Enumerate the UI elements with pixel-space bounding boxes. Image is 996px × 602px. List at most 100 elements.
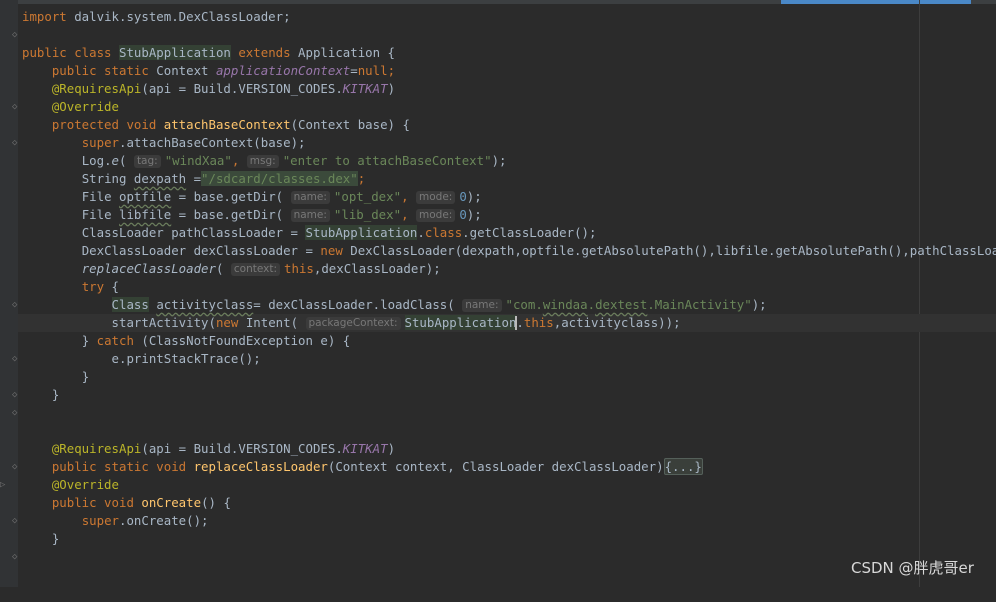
dot: . (516, 315, 524, 330)
string-literal: . (587, 297, 596, 312)
brace: } (51, 531, 60, 546)
statement: Intent( (238, 315, 299, 330)
code-line-class-declaration[interactable]: public class StubApplication extends App… (0, 44, 395, 62)
annotation: @RequiresApi (51, 81, 142, 96)
parameter-hint: packageContext: (305, 317, 401, 330)
paren: ( (215, 261, 224, 276)
editor-tab-strip (0, 0, 996, 4)
active-tab-indicator (781, 0, 971, 4)
keyword: new (320, 243, 343, 258)
code-line-import[interactable]: ◇ import dalvik.system.DexClassLoader; (0, 8, 291, 40)
code-line[interactable]: replaceClassLoader( context: this,dexClas… (0, 260, 441, 278)
statement: DexClassLoader(dexpath,optfile.getAbsolu… (342, 243, 996, 258)
comma: , (231, 153, 240, 168)
statement: ClassLoader pathClassLoader = (81, 225, 306, 240)
annotation-args: ) (387, 441, 396, 456)
paren: ); (751, 297, 767, 312)
code-line-current[interactable]: startActivity(new Intent( packageContext… (0, 314, 681, 332)
statement: = dexClassLoader.loadClass( (253, 297, 455, 312)
string-literal: windaa (542, 297, 588, 312)
code-line[interactable]: File optfile = base.getDir( name: "opt_de… (0, 188, 482, 206)
parameter-hint: name: (462, 299, 502, 312)
variable-name: libfile (119, 207, 172, 222)
brace: } (81, 333, 97, 348)
watermark: CSDN @胖虎哥er (851, 559, 974, 577)
class-name: StubApplication (404, 315, 517, 330)
code-line[interactable]: ◇ } (0, 386, 59, 418)
method-call: e (111, 153, 119, 168)
code-line[interactable]: DexClassLoader dexClassLoader = new DexC… (0, 242, 996, 260)
code-line[interactable]: ClassLoader pathClassLoader = StubApplic… (0, 224, 596, 242)
fold-marker-icon[interactable]: ◇ (12, 404, 19, 422)
type: File (81, 189, 119, 204)
code-editor[interactable]: ◇ import dalvik.system.DexClassLoader; p… (0, 0, 996, 587)
parameter-hint: context: (230, 263, 281, 276)
number-literal: 0 (459, 207, 467, 222)
code-line[interactable]: File libfile = base.getDir( name: "lib_de… (0, 206, 482, 224)
keyword: import (22, 9, 67, 24)
code-line[interactable]: super.attachBaseContext(base); (0, 134, 306, 152)
annotation-args: VERSION_CODES. (238, 441, 343, 456)
code-line-annotation[interactable]: ◇ @RequiresApi(api = Build.VERSION_CODES… (0, 440, 395, 472)
dot: . (417, 225, 425, 240)
string-literal: "opt_dex" (333, 189, 402, 204)
code-line[interactable]: Class activityclass= dexClassLoader.load… (0, 296, 767, 314)
code-line-annotation[interactable]: @Override (0, 476, 119, 494)
statement: DexClassLoader dexClassLoader = (81, 243, 321, 258)
code-line[interactable]: String dexpath ="/sdcard/classes.dex"; (0, 170, 365, 188)
fold-marker-icon[interactable]: ◇ (12, 548, 19, 566)
keyword: super (81, 135, 119, 150)
method-signature: (Context base) { (290, 117, 410, 132)
keyword: catch (96, 333, 134, 348)
variable-name: optfile (119, 189, 172, 204)
brace: } (51, 387, 60, 402)
folded-code-block[interactable]: {...} (663, 458, 703, 475)
code-line[interactable]: ◇ } (0, 530, 59, 562)
parameter-hint: name: (290, 191, 330, 204)
method-signature: (Context context, ClassLoader dexClassLo… (327, 459, 664, 474)
code-line-method-declaration[interactable]: ◇ protected void attachBaseContext(Conte… (0, 116, 410, 148)
keyword: public static void (51, 459, 194, 474)
method-signature: () { (201, 495, 231, 510)
code-line-catch[interactable]: ◇ } catch (ClassNotFoundException e) { (0, 332, 350, 364)
code-line[interactable]: e.printStackTrace(); (0, 350, 261, 368)
annotation: @RequiresApi (51, 441, 142, 456)
code-line-method-declaration[interactable]: ▷ public static void replaceClassLoader(… (0, 458, 703, 490)
code-line-annotation[interactable]: @Override (0, 98, 119, 116)
keyword: new (215, 315, 239, 330)
string-literal: "com. (505, 297, 543, 312)
statement: .getClassLoader(); (462, 225, 597, 240)
statement: Log. (81, 153, 112, 168)
class-name: StubApplication (305, 225, 418, 240)
operator: = (186, 171, 202, 186)
code-line-field[interactable]: public static Context applicationContext… (0, 62, 395, 80)
annotation: @Override (51, 477, 119, 492)
code-line[interactable]: ◇ } (0, 368, 89, 400)
class-name: Class (111, 297, 149, 312)
code-line[interactable]: Log.e( tag: "windXaa", msg: "enter to atta… (0, 152, 506, 170)
string-literal: "lib_dex" (333, 207, 402, 222)
keyword: this (523, 315, 554, 330)
statement: ,activityclass)); (553, 315, 681, 330)
string-literal: .MainActivity" (647, 297, 752, 312)
keyword: this (284, 261, 314, 276)
annotation-args: ) (387, 81, 396, 96)
semicolon: ; (357, 171, 366, 186)
comma: , (401, 207, 409, 222)
code-line-annotation[interactable]: ◇ @RequiresApi(api = Build.VERSION_CODES… (0, 80, 395, 112)
variable-name: dexpath (133, 171, 187, 186)
method-name: onCreate (141, 495, 202, 510)
fold-marker-icon[interactable]: ◇ (12, 26, 19, 44)
constant: KITKAT (342, 441, 388, 456)
keyword: public class (22, 45, 119, 60)
parameter-hint: tag: (133, 155, 161, 168)
code-line-try[interactable]: ◇ try { (0, 278, 119, 310)
superclass: Application { (298, 45, 396, 60)
code-line[interactable]: super.onCreate(); (0, 512, 209, 530)
paren: ( (119, 153, 127, 168)
parameter-hint: mode: (416, 209, 456, 222)
keyword: class (424, 225, 463, 240)
keyword: super (81, 513, 119, 528)
code-line-method-declaration[interactable]: ◇ public void onCreate() { (0, 494, 231, 526)
method-call: replaceClassLoader (81, 261, 216, 276)
